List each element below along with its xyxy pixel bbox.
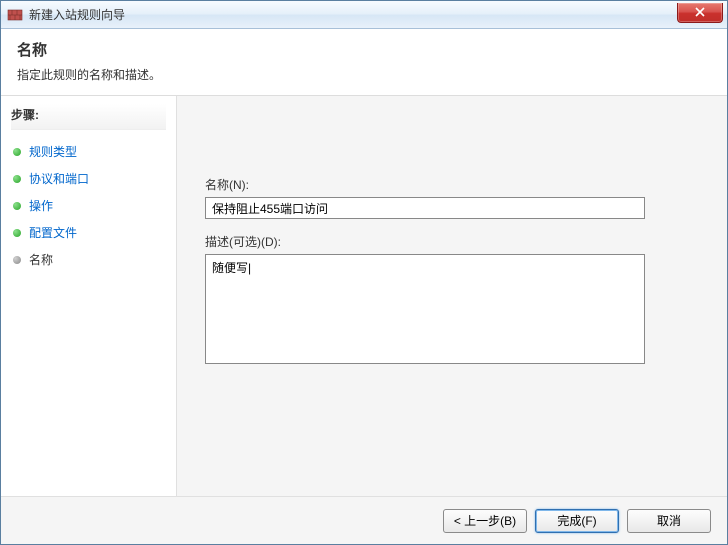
finish-button[interactable]: 完成(F) <box>535 509 619 533</box>
description-field-block: 描述(可选)(D): <box>205 233 699 367</box>
step-rule-type[interactable]: 规则类型 <box>11 138 166 165</box>
form-panel: 名称(N): 描述(可选)(D): <box>177 96 727 496</box>
wizard-body: 步骤: 规则类型 协议和端口 操作 配置文件 名称 <box>1 96 727 496</box>
description-textarea[interactable] <box>205 254 645 364</box>
wizard-header: 名称 指定此规则的名称和描述。 <box>1 29 727 96</box>
firewall-icon <box>7 7 23 23</box>
wizard-footer: < 上一步(B) 完成(F) 取消 <box>1 496 727 544</box>
cancel-button[interactable]: 取消 <box>627 509 711 533</box>
step-profile[interactable]: 配置文件 <box>11 219 166 246</box>
wizard-window: 新建入站规则向导 名称 指定此规则的名称和描述。 步骤: 规则类型 协议和端口 … <box>0 0 728 545</box>
steps-sidebar: 步骤: 规则类型 协议和端口 操作 配置文件 名称 <box>1 96 177 496</box>
name-field-block: 名称(N): <box>205 176 699 219</box>
bullet-icon <box>13 256 21 264</box>
bullet-icon <box>13 229 21 237</box>
close-icon <box>695 7 705 17</box>
bullet-icon <box>13 175 21 183</box>
name-input[interactable] <box>205 197 645 219</box>
step-label: 协议和端口 <box>29 170 89 187</box>
window-title: 新建入站规则向导 <box>29 6 677 23</box>
page-subtitle: 指定此规则的名称和描述。 <box>17 66 711 83</box>
steps-heading: 步骤: <box>11 104 166 130</box>
step-label: 名称 <box>29 251 53 268</box>
step-label: 规则类型 <box>29 143 77 160</box>
step-protocol-port[interactable]: 协议和端口 <box>11 165 166 192</box>
close-button[interactable] <box>677 3 723 23</box>
step-action[interactable]: 操作 <box>11 192 166 219</box>
step-name[interactable]: 名称 <box>11 246 166 273</box>
name-label: 名称(N): <box>205 176 699 193</box>
step-label: 操作 <box>29 197 53 214</box>
bullet-icon <box>13 148 21 156</box>
description-label: 描述(可选)(D): <box>205 233 699 250</box>
bullet-icon <box>13 202 21 210</box>
back-button[interactable]: < 上一步(B) <box>443 509 527 533</box>
titlebar: 新建入站规则向导 <box>1 1 727 29</box>
step-label: 配置文件 <box>29 224 77 241</box>
page-title: 名称 <box>17 39 711 60</box>
